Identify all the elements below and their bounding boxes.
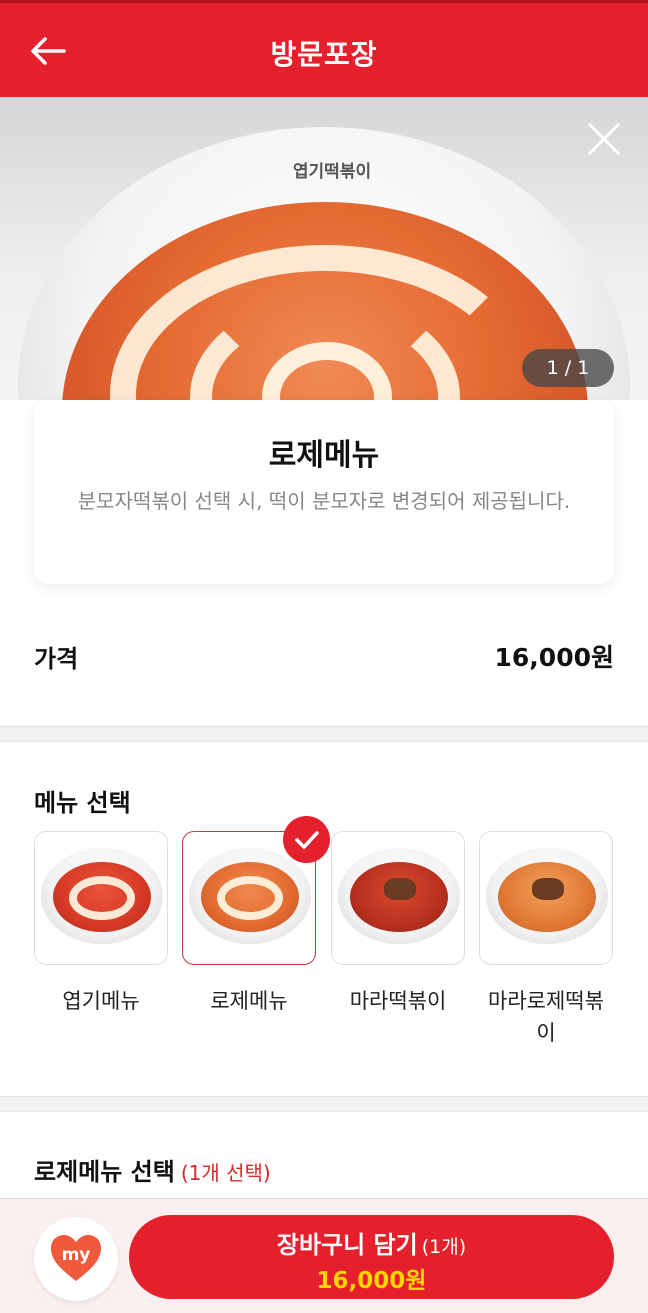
menu-option-thumb[interactable] <box>331 831 465 965</box>
menu-option-mala[interactable]: 마라떡볶이 <box>331 831 465 1017</box>
product-name: 로제메뉴 <box>268 438 380 473</box>
app-header: 방문포장 <box>0 0 648 97</box>
heart-my-icon: my <box>51 1235 101 1281</box>
menu-option-label: 로제메뉴 <box>210 989 288 1013</box>
add-to-cart-button[interactable]: 장바구니 담기 (1개) 16,000원 <box>129 1215 614 1299</box>
product-image: 엽기떡볶이 1 / 1 <box>0 97 648 400</box>
product-description: 분모자떡볶이 선택 시, 떡이 분모자로 변경되어 제공됩니다. <box>77 489 571 513</box>
section-divider <box>0 726 648 742</box>
cart-price: 16,000원 <box>316 1268 427 1294</box>
my-button[interactable]: my <box>34 1217 118 1301</box>
page-title: 방문포장 <box>270 38 378 71</box>
menu-select-title: 메뉴 선택 <box>34 789 131 817</box>
menu-option-thumb[interactable] <box>34 831 168 965</box>
rose-menu-select-title: 로제메뉴 선택 (1개 선택) <box>34 1152 271 1187</box>
bottom-action-bar: my 장바구니 담기 (1개) 16,000원 <box>0 1198 648 1313</box>
price-label: 가격 <box>34 644 79 673</box>
close-icon <box>588 123 620 155</box>
menu-option-label: 마라떡볶이 <box>349 989 447 1013</box>
price-row: 가격 16,000원 <box>34 634 614 678</box>
menu-option-label: 엽기메뉴 <box>62 989 140 1013</box>
price-value: 16,000원 <box>494 643 614 672</box>
menu-option-yeopgi[interactable]: 엽기메뉴 <box>34 831 168 1017</box>
svg-text:my: my <box>62 1245 91 1265</box>
image-pager: 1 / 1 <box>522 349 614 387</box>
cart-button-label: 장바구니 담기 <box>276 1231 418 1259</box>
product-info-card: 로제메뉴 분모자떡볶이 선택 시, 떡이 분모자로 변경되어 제공됩니다. <box>34 400 614 584</box>
section-divider <box>0 1096 648 1112</box>
check-icon <box>294 830 319 849</box>
bowl-brand-text: 엽기떡볶이 <box>292 162 372 182</box>
selection-count-hint: (1개 선택) <box>180 1161 271 1185</box>
rose-menu-title-text: 로제메뉴 선택 <box>34 1158 175 1186</box>
selected-check-badge <box>283 816 330 863</box>
close-button[interactable] <box>584 119 624 159</box>
menu-option-label: 마라로제떡볶이 <box>488 989 604 1045</box>
menu-option-thumb[interactable] <box>479 831 613 965</box>
menu-option-mala-rose[interactable]: 마라로제떡볶이 <box>479 831 613 1049</box>
cart-count: (1개) <box>421 1236 467 1258</box>
